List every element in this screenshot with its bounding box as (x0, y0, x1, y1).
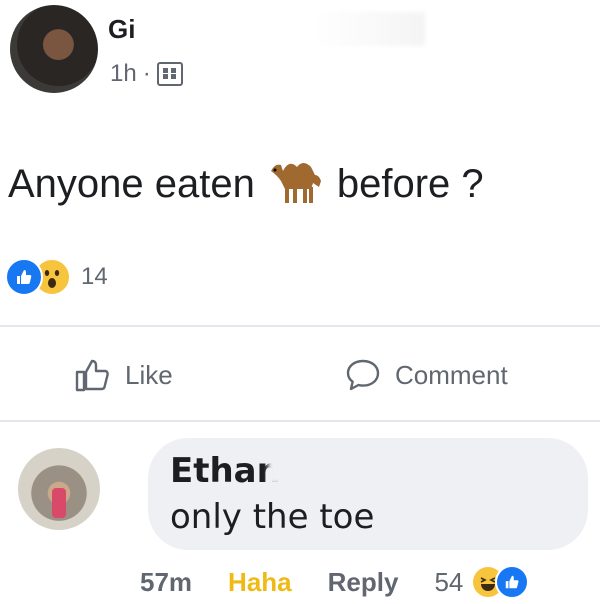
comment-button[interactable]: Comment (345, 358, 508, 392)
divider (0, 420, 600, 422)
comment-footer: 57m Haha Reply 54 (140, 565, 530, 599)
post-text-after: before ? (336, 161, 484, 206)
comment-icon (346, 359, 380, 391)
camel-emoji-icon (267, 153, 329, 215)
haha-reaction-button[interactable]: Haha (228, 567, 292, 598)
author-avatar[interactable] (10, 5, 98, 93)
divider (0, 325, 600, 327)
privacy-icon[interactable] (156, 62, 183, 86)
commenter-avatar[interactable] (18, 448, 100, 530)
comment-time[interactable]: 57m (140, 567, 192, 598)
author-name[interactable]: Gi (108, 14, 135, 45)
like-reaction-icon (5, 258, 43, 296)
thumbs-up-icon (75, 359, 109, 392)
reaction-summary[interactable]: 14 (5, 258, 108, 296)
like-label: Like (125, 359, 173, 390)
post-meta: 1h · (110, 60, 183, 88)
redaction-overlay (145, 12, 425, 46)
comment-reaction-count[interactable]: 54 (434, 567, 463, 598)
like-reaction-icon (495, 565, 530, 599)
like-button[interactable]: Like (75, 358, 173, 392)
reply-button[interactable]: Reply (328, 567, 399, 598)
comment-label: Comment (395, 359, 508, 390)
post-time[interactable]: 1h (110, 60, 137, 88)
post-text: Anyone eaten before ? (8, 153, 484, 215)
comment-text: only the toe (170, 497, 375, 537)
redaction-overlay (268, 448, 458, 484)
commenter-name[interactable]: Ethan (170, 451, 281, 491)
reaction-count: 14 (81, 263, 108, 290)
meta-separator: · (142, 60, 151, 87)
post-text-before: Anyone eaten (8, 161, 255, 206)
